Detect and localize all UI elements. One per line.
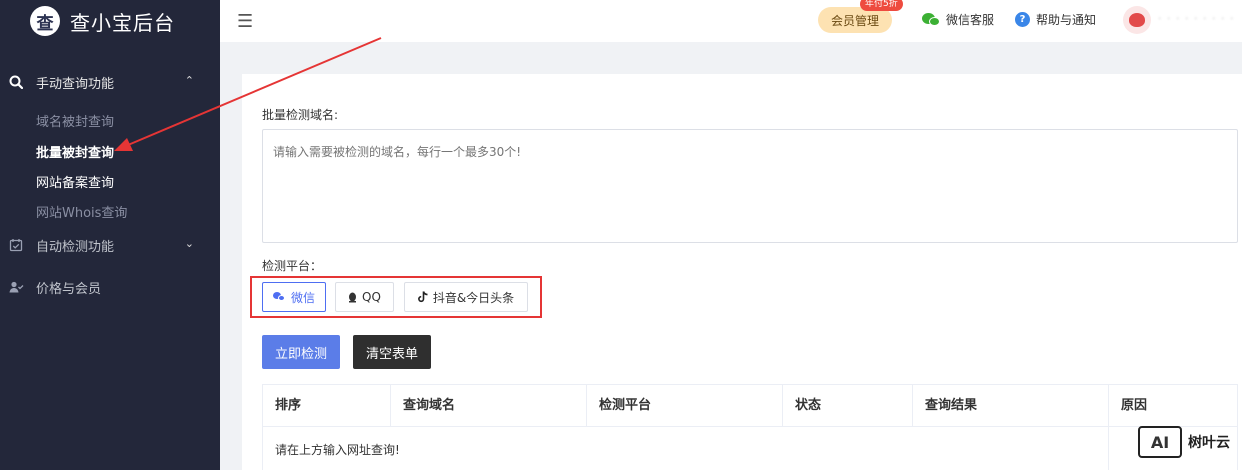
help-notify-label: 帮助与通知 <box>1036 13 1097 27</box>
wechat-service-label: 微信客服 <box>946 13 995 27</box>
search-icon <box>8 74 24 90</box>
tiktok-icon <box>417 291 428 303</box>
clear-form-button[interactable]: 清空表单 <box>353 335 431 369</box>
menu-group-pricing[interactable]: 价格与会员 <box>0 272 220 302</box>
platform-qq-button[interactable]: QQ <box>335 282 394 312</box>
wechat-service-link[interactable]: 微信客服 <box>922 11 994 28</box>
domains-textarea[interactable] <box>262 129 1238 243</box>
batch-query-panel: 批量检测域名: 检测平台： 微信 QQ 抖音&今日头条 立即检测 清空表单 排序… <box>242 74 1242 470</box>
brand-title: 查小宝后台 <box>70 10 175 35</box>
qq-penguin-icon <box>348 292 357 303</box>
sidebar-item-whois-query[interactable]: 网站Whois查询 <box>36 202 127 221</box>
watermark: AI 树叶云 <box>1138 424 1242 460</box>
username[interactable]: · · · · · · · · · <box>1158 12 1234 25</box>
domains-label: 批量检测域名: <box>262 108 339 122</box>
submit-detect-button[interactable]: 立即检测 <box>262 335 340 369</box>
table-header: 排序 查询域名 检测平台 状态 查询结果 原因 <box>263 385 1237 427</box>
platform-label-text: 微信 <box>290 290 315 305</box>
sidebar: 查 查小宝后台 手动查询功能 ⌃ 域名被封查询 批量被封查询 网站备案查询 网站… <box>0 0 220 470</box>
avatar[interactable] <box>1123 6 1151 34</box>
column-divider <box>1108 427 1109 470</box>
platform-label-text: QQ <box>362 290 381 304</box>
help-notify-link[interactable]: ? 帮助与通知 <box>1015 11 1096 28</box>
discount-badge: 年付5折 <box>860 0 903 11</box>
platform-douyin-button[interactable]: 抖音&今日头条 <box>404 282 528 312</box>
menu-group-label: 自动检测功能 <box>36 239 115 255</box>
menu-toggle-icon[interactable]: ☰ <box>237 11 253 32</box>
user-check-icon <box>8 279 24 295</box>
top-header: ☰ 会员管理 年付5折 微信客服 ? 帮助与通知 · · · · · · · ·… <box>220 0 1242 42</box>
menu-group-manual-query[interactable]: 手动查询功能 ⌃ <box>0 67 220 97</box>
wechat-icon <box>922 12 942 28</box>
column-header-reason[interactable]: 原因 <box>1109 385 1237 427</box>
wechat-icon <box>272 292 286 302</box>
brand[interactable]: 查 查小宝后台 <box>0 0 220 42</box>
ai-logo-icon: AI <box>1138 426 1182 458</box>
sidebar-item-icp-query[interactable]: 网站备案查询 <box>36 172 114 191</box>
table-row: 请在上方输入网址查询! <box>263 427 1237 470</box>
brand-logo-icon: 查 <box>30 6 60 36</box>
sidebar-item-batch-block-query[interactable]: 批量被封查询 <box>36 142 114 161</box>
empty-state-text: 请在上方输入网址查询! <box>275 443 400 457</box>
results-table: 排序 查询域名 检测平台 状态 查询结果 原因 请在上方输入网址查询! <box>262 384 1238 470</box>
platform-wechat-button[interactable]: 微信 <box>262 282 326 312</box>
column-header-result[interactable]: 查询结果 <box>913 385 1109 427</box>
column-header-platform[interactable]: 检测平台 <box>587 385 783 427</box>
watermark-text: 树叶云 <box>1188 435 1230 451</box>
column-header-rank[interactable]: 排序 <box>263 385 391 427</box>
calendar-check-icon <box>8 237 24 253</box>
chevron-down-icon: ⌄ <box>184 237 194 250</box>
platform-label-text: 抖音&今日头条 <box>432 290 515 305</box>
menu-group-label: 手动查询功能 <box>36 76 115 92</box>
menu-group-auto-detect[interactable]: 自动检测功能 ⌄ <box>0 230 220 260</box>
column-header-domain[interactable]: 查询域名 <box>391 385 587 427</box>
platform-label: 检测平台： <box>262 259 323 273</box>
column-header-status[interactable]: 状态 <box>783 385 913 427</box>
sidebar-item-domain-block-query[interactable]: 域名被封查询 <box>36 111 114 130</box>
help-icon: ? <box>1015 12 1030 27</box>
chevron-up-icon: ⌃ <box>184 74 194 87</box>
menu-group-label: 价格与会员 <box>36 281 102 297</box>
